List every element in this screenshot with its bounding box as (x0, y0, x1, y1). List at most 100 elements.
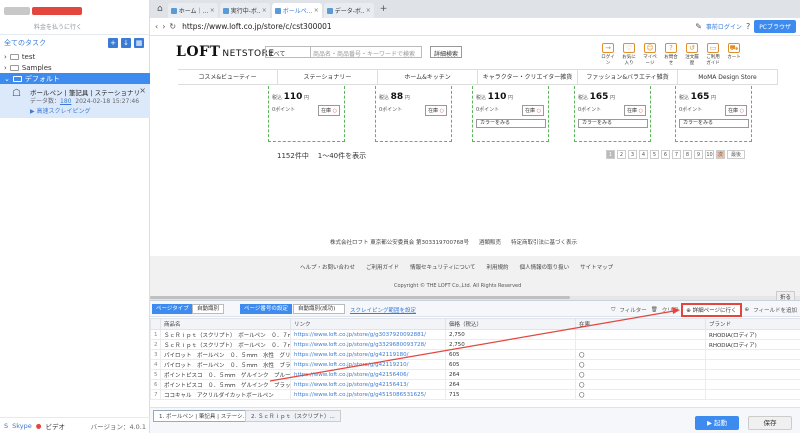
tree-item-samples[interactable]: › Samples (0, 62, 150, 73)
product-card[interactable]: 税込 110 円 0ポイント 在庫 ○ カラーをみる (472, 86, 549, 142)
table-row[interactable]: 7 ココキャル アクリルダイカットボールペン https://www.loft.co… (150, 389, 800, 400)
data-tab-1[interactable]: 1. ボールペン | 筆記具 | ステーシ... (153, 410, 254, 422)
pc-browser-dropdown[interactable]: PCブラウザ (754, 20, 796, 33)
product-card[interactable]: 税込 88 円 0ポイント 在庫 ○ (375, 86, 452, 142)
color-button[interactable]: カラーをみる (679, 119, 749, 128)
stock-button[interactable]: 在庫 ○ (522, 105, 544, 116)
commerce-law-link[interactable]: 特定商取引法に基づく表示 (511, 238, 577, 246)
table-row[interactable]: 2ＳｃＲｉｐｔ（スクリプト） ボールペン ０．７ｍｍ １本https://www… (150, 339, 800, 350)
column-header-price[interactable]: 価格（税込） (445, 318, 576, 330)
scraping-range-link[interactable]: スクレイピング範囲を設定 (350, 306, 416, 314)
page-8[interactable]: 8 (683, 150, 692, 159)
tab-ballpen[interactable]: ボールペ... × (271, 3, 322, 18)
column-header-brand[interactable]: ブランド (705, 318, 800, 330)
card-icon[interactable]: ▭ ご利用ガイド (705, 43, 721, 66)
filter-button[interactable]: フィルター (619, 306, 646, 314)
forward-icon[interactable]: › (162, 22, 165, 31)
task-item[interactable]: ☖ ボールペン | 筆記具 | ステーショナリー | ... データ数：180 … (0, 84, 150, 118)
stock-button[interactable]: 在庫 ○ (425, 105, 447, 116)
page-5[interactable]: 5 (650, 150, 659, 159)
table-row[interactable]: 4 パイロット ボールペン ０．５ｍｍ 水性 ブラック https://www.lo… (150, 359, 800, 370)
column-header-stock[interactable]: 在庫 (575, 318, 706, 330)
footer-link-help[interactable]: ヘルプ・お問い合わせ (300, 263, 355, 271)
stock-button[interactable]: 在庫 ○ (624, 105, 646, 116)
search-category-select[interactable]: すべて (266, 47, 311, 58)
table-row[interactable]: 3 パイロット ボールペン ０．５ｍｍ 水性 グリーン https://www.lo… (150, 349, 800, 360)
table-row[interactable]: 6 ポイントピスコ ０．５ｍｍ ゲルインク ブラック https://www.lof… (150, 379, 800, 390)
liquor-sales-link[interactable]: 酒類販売 (479, 238, 501, 246)
page-last[interactable]: 最後 (727, 150, 745, 159)
scrollbar-thumb[interactable] (150, 296, 570, 299)
go-detail-button[interactable]: ⊕ 詳細ページに行く (682, 304, 741, 316)
skype-link[interactable]: Skype (12, 422, 32, 430)
login-icon[interactable]: → ログイン (600, 43, 616, 66)
import-icon[interactable]: ↓ (121, 38, 131, 48)
page-next[interactable]: 次 (716, 150, 725, 159)
footer-link-privacy[interactable]: 個人情報の取り扱い (520, 263, 570, 271)
tasks-header-label[interactable]: 全てのタスク (4, 38, 46, 48)
site-logo[interactable]: LOFT NETSTORE (176, 44, 275, 60)
page-9[interactable]: 9 (694, 150, 703, 159)
close-icon[interactable]: × (210, 7, 215, 14)
cell-link[interactable]: https://www.loft.co.jp/store/g/g42156413… (290, 379, 446, 390)
color-button[interactable]: カラーをみる (476, 119, 546, 128)
cell-link[interactable]: https://www.loft.co.jp/store/g/g33296800… (290, 339, 446, 350)
page-type-select[interactable]: 自動識別 (192, 304, 225, 314)
skype-icon[interactable]: S (4, 422, 8, 430)
search-input[interactable]: 商品名・商品番号・キーワードで検索 (311, 47, 421, 58)
cart-icon[interactable]: ⛟ カート (726, 43, 742, 66)
edit-icon[interactable]: ✎ (695, 22, 702, 31)
product-card[interactable]: 税込 165 円 0ポイント 在庫 ○ カラーをみる (574, 86, 651, 142)
tree-item-default[interactable]: ⌄ デフォルト (0, 73, 150, 84)
url-field[interactable]: https://www.loft.co.jp/store/c/cst300001 (182, 22, 332, 31)
close-icon[interactable]: × (139, 86, 146, 95)
grid-icon[interactable]: ▦ (134, 38, 144, 48)
tab-home[interactable]: ホーム｜... × (167, 3, 218, 18)
stock-button[interactable]: 在庫 ○ (725, 105, 747, 116)
column-header-product[interactable]: 商品名 (160, 318, 291, 330)
filter-icon[interactable]: ⛉ (611, 307, 615, 314)
detail-search-button[interactable]: 詳細検索 (430, 46, 463, 58)
color-button[interactable]: カラーをみる (578, 119, 648, 128)
category-home[interactable]: ホーム&キッチン (378, 70, 478, 84)
close-icon[interactable]: × (262, 7, 267, 14)
stock-button[interactable]: 在庫 ○ (318, 105, 340, 116)
back-icon[interactable]: ‹ (155, 22, 158, 31)
category-cosme[interactable]: コスメ&ビューティー (178, 70, 278, 84)
tab-data[interactable]: データ-ボ... × (323, 3, 374, 18)
category-character[interactable]: キャラクター・クリエイター雑貨 (478, 70, 578, 84)
mypage-icon[interactable]: ☺ マイページ (642, 43, 658, 66)
table-row[interactable]: 1ＳｃＲｉｐｔ（スクリプト） ボールペン ０．７ｍｍ １本https://www… (150, 329, 800, 340)
trash-icon[interactable]: 🗑 (651, 307, 658, 313)
help-icon[interactable]: ? お問合せ (663, 43, 679, 66)
cell-link[interactable]: https://www.loft.co.jp/store/g/g42156406… (290, 369, 446, 380)
video-icon[interactable]: ● (36, 422, 42, 430)
cell-link[interactable]: https://www.loft.co.jp/store/g/g42119210… (290, 359, 446, 370)
new-folder-icon[interactable]: + (108, 38, 118, 48)
page-3[interactable]: 3 (628, 150, 637, 159)
data-count[interactable]: 180 (60, 98, 71, 105)
help-icon[interactable]: ? (746, 22, 750, 31)
cell-link[interactable]: https://www.loft.co.jp/store/g/g30379200… (290, 329, 446, 340)
page-2[interactable]: 2 (617, 150, 626, 159)
clear-button[interactable]: クリア (662, 306, 679, 314)
new-tab-icon[interactable]: + (376, 4, 392, 14)
save-button[interactable]: 保存 (748, 416, 792, 430)
footer-link-security[interactable]: 情報セキュリティについて (410, 263, 476, 271)
avatar[interactable] (4, 7, 30, 15)
page-1[interactable]: 1 (606, 150, 615, 159)
product-card[interactable]: 税込 165 円 0ポイント 在庫 ○ カラーをみる (675, 86, 752, 142)
tab-running[interactable]: 実行中-ボ... × (219, 3, 270, 18)
history-icon[interactable]: ↺ 注文履歴 (684, 43, 700, 66)
page-10[interactable]: 10 (705, 150, 714, 159)
start-button[interactable]: ▶ 起動 (695, 416, 739, 430)
tree-item-test[interactable]: › test (0, 51, 150, 62)
cell-link[interactable]: https://www.loft.co.jp/store/g/g45150865… (290, 389, 446, 400)
favorite-icon[interactable]: ♡ お気に入り (621, 43, 637, 66)
data-tab-2[interactable]: 2. ＳｃＲｉｐｔ（スクリプト）... (245, 410, 341, 422)
upgrade-link[interactable]: 料金を払うに行く (34, 22, 82, 31)
footer-link-sitemap[interactable]: サイトマップ (580, 263, 613, 271)
reload-icon[interactable]: ↻ (169, 22, 176, 31)
category-moma[interactable]: MoMA Design Store (678, 70, 778, 84)
video-link[interactable]: ビデオ (45, 421, 65, 431)
